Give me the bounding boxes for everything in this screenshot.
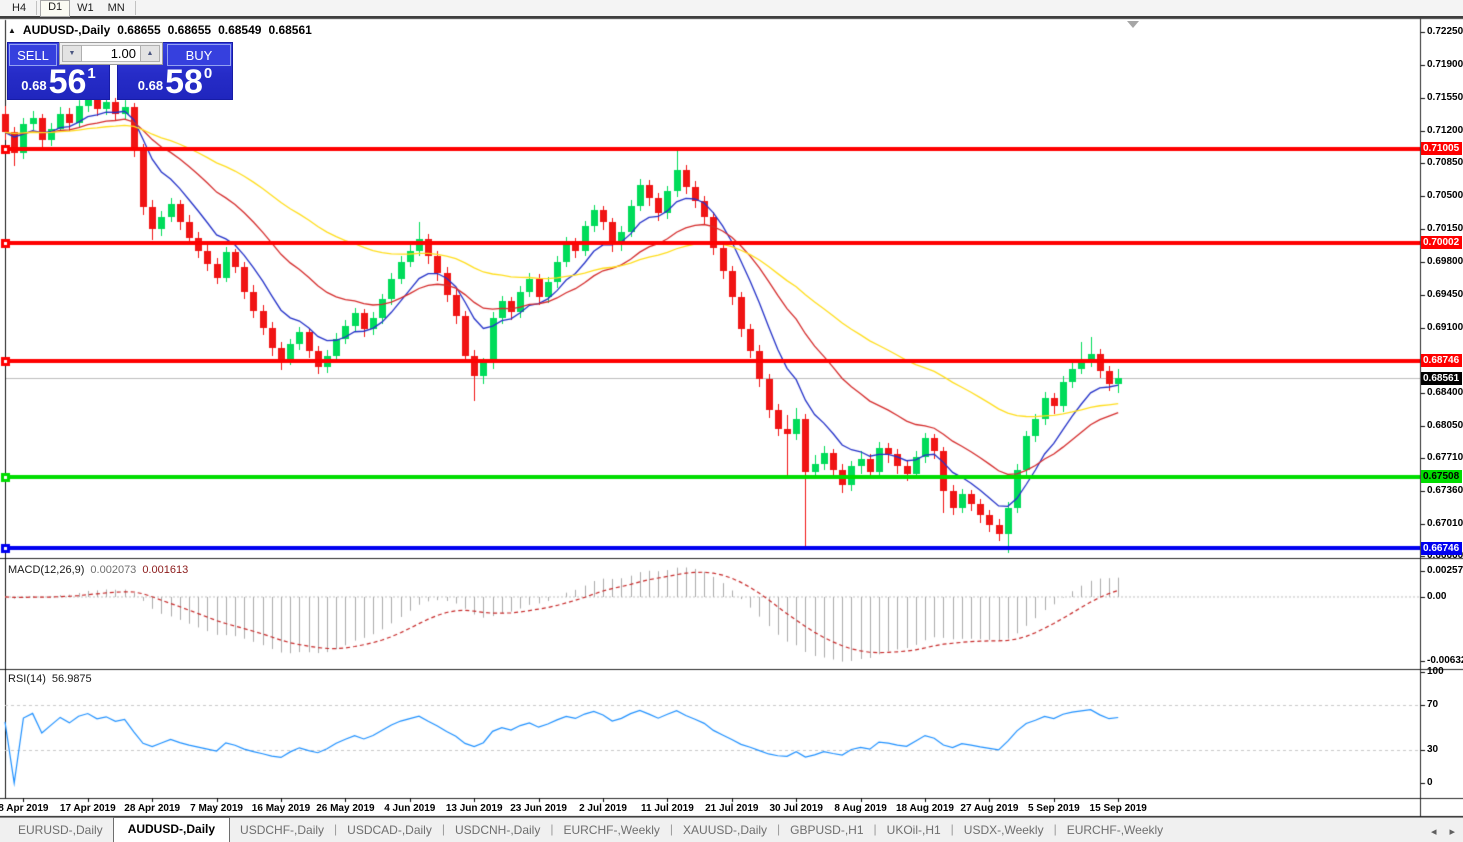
macd-axis-label: -0.006326 xyxy=(1427,654,1463,666)
chart-canvas[interactable] xyxy=(0,0,1463,842)
chart-title: ▲ AUDUSD-,Daily 0.68655 0.68655 0.68549 … xyxy=(8,23,312,37)
sell-price-main: 56 xyxy=(48,62,87,101)
price-axis-label: 0.67360 xyxy=(1427,484,1463,496)
tab-scroll-nav: ◂ ▸ xyxy=(1431,825,1455,838)
date-axis-label: 27 Aug 2019 xyxy=(960,803,1019,814)
ohlc-close: 0.68561 xyxy=(268,23,312,37)
toolbar-separator xyxy=(36,1,38,15)
date-axis-label: 30 Jul 2019 xyxy=(769,803,823,814)
date-axis-label: 23 Jun 2019 xyxy=(510,803,567,814)
timeframe-button-d1[interactable]: D1 xyxy=(40,0,71,17)
tab-scroll-left-icon[interactable]: ◂ xyxy=(1431,825,1437,838)
price-axis-label: 0.69100 xyxy=(1427,321,1463,333)
rsi-header: RSI(14) 56.9875 xyxy=(8,673,92,685)
date-axis-label: 11 Jul 2019 xyxy=(640,803,694,814)
chart-tab-audusd-daily[interactable]: AUDUSD-,Daily xyxy=(112,817,231,842)
price-axis-label: 0.71550 xyxy=(1427,91,1463,103)
macd-axis-label: 0.002574 xyxy=(1427,564,1463,576)
macd-axis-label: 0.00 xyxy=(1427,590,1447,602)
chart-tab-eurusd-daily[interactable]: EURUSD-,Daily xyxy=(8,820,113,842)
timeframe-button-mn[interactable]: MN xyxy=(101,1,132,16)
price-axis-label: 0.67010 xyxy=(1427,517,1463,529)
timeframe-toolbar: H4 D1 W1 MN xyxy=(0,0,1463,18)
timeframe-button-w1[interactable]: W1 xyxy=(70,1,101,16)
chart-shift-marker-icon[interactable] xyxy=(1127,21,1139,28)
date-axis-label: 26 May 2019 xyxy=(316,803,375,814)
date-axis-label: 8 Aug 2019 xyxy=(834,803,887,814)
volume-increase-button[interactable]: ▲ xyxy=(140,45,160,62)
hline-price-badge: 0.66746 xyxy=(1421,541,1462,555)
mt4-chart-window: H4 D1 W1 MN ▲ AUDUSD-,Daily 0.68655 0.68655… xyxy=(0,0,1463,842)
panel-collapse-icon[interactable]: ▲ xyxy=(8,26,16,35)
chart-tab-bar: EURUSD-,Daily AUDUSD-,Daily USDCHF-,Daily |… xyxy=(0,817,1463,842)
date-axis-label: 21 Jul 2019 xyxy=(705,803,759,814)
hline-price-badge: 0.70002 xyxy=(1421,236,1462,250)
buy-price-pip: 0 xyxy=(203,65,213,82)
date-axis-label: 2 Jul 2019 xyxy=(579,803,627,814)
chart-tab-usdcad-daily[interactable]: USDCAD-,Daily xyxy=(337,820,442,842)
chart-tab-ukoil-h1[interactable]: UKOil-,H1 xyxy=(877,820,951,842)
chart-tab-eurchf-weekly[interactable]: EURCHF-,Weekly xyxy=(553,820,669,842)
sell-price-pip: 1 xyxy=(87,65,96,82)
macd-header: MACD(12,26,9) 0.002073 0.001613 xyxy=(8,564,188,576)
chart-tab-usdcnh-daily[interactable]: USDCNH-,Daily xyxy=(445,820,550,842)
ohlc-open: 0.68655 xyxy=(117,23,161,37)
ohlc-high: 0.68655 xyxy=(167,23,212,37)
buy-price-main: 58 xyxy=(165,62,203,101)
price-axis-label: 0.70850 xyxy=(1427,157,1463,169)
rsi-axis-label: 70 xyxy=(1427,699,1439,711)
price-axis-label: 0.71900 xyxy=(1427,58,1463,70)
symbol-period-label: AUDUSD-,Daily xyxy=(22,23,111,37)
current-price-badge: 0.68561 xyxy=(1421,371,1462,385)
price-axis-label: 0.67710 xyxy=(1427,451,1463,463)
volume-decrease-button[interactable]: ▼ xyxy=(62,45,82,62)
date-axis-label: 28 Apr 2019 xyxy=(124,803,181,814)
date-axis-label: 13 Jun 2019 xyxy=(445,803,503,814)
buy-price-prefix: 0.68 xyxy=(137,78,164,93)
sell-price: 0.68 56 1 xyxy=(8,62,109,101)
date-axis-label: 17 Apr 2019 xyxy=(59,803,116,814)
chart-tab-usdx-weekly[interactable]: USDX-,Weekly xyxy=(954,820,1054,842)
volume-control: ▼ 1.00 ▲ xyxy=(59,42,163,65)
price-axis-label: 0.69450 xyxy=(1427,288,1463,300)
sell-price-prefix: 0.68 xyxy=(21,78,47,93)
macd-label: MACD(12,26,9) xyxy=(8,564,85,576)
timeframe-button-h4[interactable]: H4 xyxy=(5,1,33,16)
price-axis-label: 0.70500 xyxy=(1427,190,1463,202)
chart-tab-xauusd-daily[interactable]: XAUUSD-,Daily xyxy=(673,820,777,842)
rsi-axis-label: 30 xyxy=(1427,743,1439,755)
date-axis-label: 4 Jun 2019 xyxy=(384,803,436,814)
date-axis-label: 7 May 2019 xyxy=(190,803,244,814)
hline-price-badge: 0.67508 xyxy=(1421,470,1462,484)
price-axis-label: 0.68400 xyxy=(1427,387,1463,399)
rsi-axis-label: 0 xyxy=(1427,777,1433,788)
buy-price: 0.68 58 0 xyxy=(118,62,232,101)
price-axis-label: 0.70150 xyxy=(1427,223,1463,234)
chart-tab-eurchf-weekly[interactable]: EURCHF-,Weekly xyxy=(1057,820,1173,842)
one-click-trade-panel: SELL 0.68 56 1 BUY 0.68 58 0 ▼ 1.00 ▲ xyxy=(7,42,233,100)
chart-tab-usdchf-daily[interactable]: USDCHF-,Daily xyxy=(230,820,334,842)
price-axis-label: 0.71200 xyxy=(1427,124,1463,136)
toolbar-separator xyxy=(134,1,136,15)
rsi-value: 56.9875 xyxy=(51,673,92,685)
rsi-label: RSI(14) xyxy=(8,673,46,685)
date-axis-label: 5 Sep 2019 xyxy=(1027,803,1080,814)
volume-input[interactable]: 1.00 xyxy=(82,45,140,62)
date-axis-label: 18 Aug 2019 xyxy=(896,803,954,814)
date-axis-label: 16 May 2019 xyxy=(251,803,311,814)
macd-main-value: 0.002073 xyxy=(90,564,137,576)
chart-tab-gbpusd-h1[interactable]: GBPUSD-,H1 xyxy=(780,820,873,842)
ohlc-low: 0.68549 xyxy=(218,23,262,37)
macd-signal-value: 0.001613 xyxy=(142,564,189,576)
price-axis-label: 0.72250 xyxy=(1427,26,1463,37)
date-axis-label: 8 Apr 2019 xyxy=(0,803,49,814)
hline-price-badge: 0.68746 xyxy=(1421,354,1462,368)
price-axis-label: 0.69800 xyxy=(1427,255,1463,267)
price-axis-label: 0.68050 xyxy=(1427,420,1463,431)
date-axis-label: 15 Sep 2019 xyxy=(1089,803,1147,814)
hline-price-badge: 0.71005 xyxy=(1421,142,1462,156)
tab-scroll-right-icon[interactable]: ▸ xyxy=(1449,825,1455,838)
rsi-axis-label: 100 xyxy=(1427,666,1444,677)
